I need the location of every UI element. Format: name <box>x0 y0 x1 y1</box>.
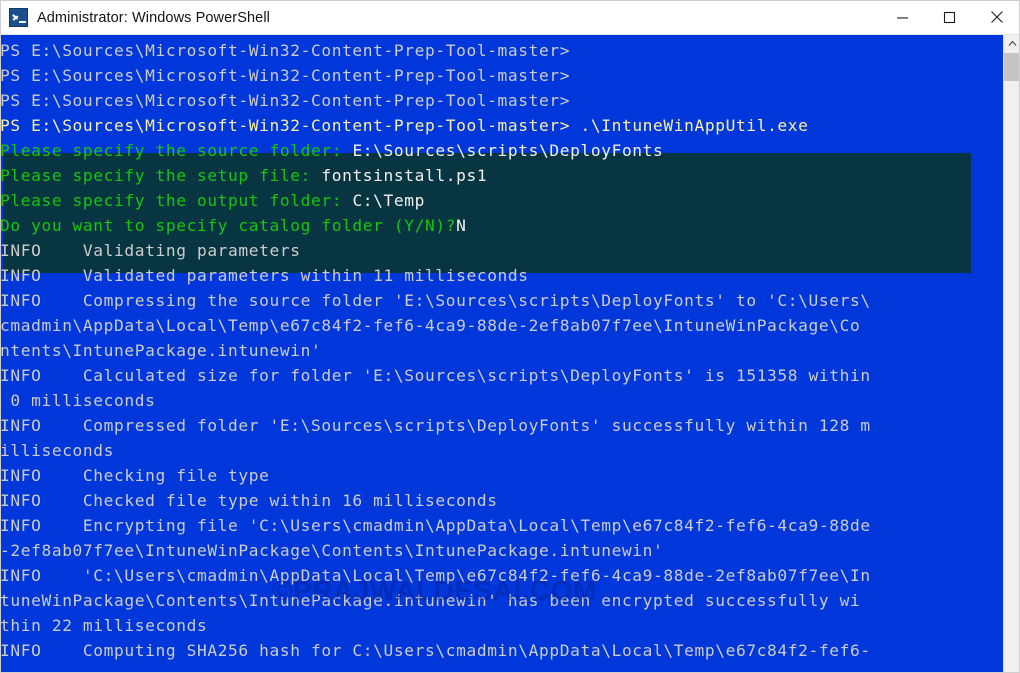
output-text: INFO Validated parameters within 11 mill… <box>0 266 529 285</box>
prompt-question: Please specify the output folder: <box>0 191 353 210</box>
console-output-line: 0 milliseconds <box>0 388 1004 413</box>
console-interactive-prompt: Please specify the output folder: C:\Tem… <box>0 188 1004 213</box>
output-text: 0 milliseconds <box>0 391 156 410</box>
console-output-line: INFO Checked file type within 16 millise… <box>0 488 1004 513</box>
title-bar-left: Administrator: Windows PowerShell <box>9 0 270 35</box>
window-title: Administrator: Windows PowerShell <box>37 9 270 26</box>
prompt-text: PS E:\Sources\Microsoft-Win32-Content-Pr… <box>0 91 571 110</box>
console-prompt-line: PS E:\Sources\Microsoft-Win32-Content-Pr… <box>0 63 1004 88</box>
command-text: .\IntuneWinAppUtil.exe <box>580 116 809 135</box>
prompt-answer: N <box>456 216 467 235</box>
prompt-text: PS E:\Sources\Microsoft-Win32-Content-Pr… <box>0 66 571 85</box>
window-controls <box>879 0 1020 34</box>
console-output-line: INFO Calculated size for folder 'E:\Sour… <box>0 363 1004 388</box>
prompt-answer: E:\Sources\scripts\DeployFonts <box>352 141 664 160</box>
minimize-button[interactable] <box>879 0 926 34</box>
console-command-line: PS E:\Sources\Microsoft-Win32-Content-Pr… <box>0 113 1004 138</box>
console-output-line: INFO Computing SHA256 hash for C:\Users\… <box>0 638 1004 663</box>
prompt-answer: C:\Temp <box>352 191 425 210</box>
output-text: INFO Checking file type <box>0 466 270 485</box>
console-output-line: INFO Validating parameters <box>0 238 1004 263</box>
powershell-window: Administrator: Windows PowerShell PS E:\… <box>0 0 1020 673</box>
title-bar[interactable]: Administrator: Windows PowerShell <box>0 0 1020 35</box>
prompt-question: Please specify the setup file: <box>0 166 322 185</box>
console-output-line: INFO Checking file type <box>0 463 1004 488</box>
output-text: ntents\IntunePackage.intunewin' <box>0 341 322 360</box>
console-output-line: ntents\IntunePackage.intunewin' <box>0 338 1004 363</box>
console-output-line: INFO Validated parameters within 11 mill… <box>0 263 1004 288</box>
console-output-line: illiseconds <box>0 438 1004 463</box>
output-text: INFO Computing SHA256 hash for C:\Users\… <box>0 641 871 660</box>
close-button[interactable] <box>973 0 1020 34</box>
output-text: INFO Encrypting file 'C:\Users\cmadmin\A… <box>0 516 871 535</box>
output-text: INFO Validating parameters <box>0 241 301 260</box>
output-text: illiseconds <box>0 441 115 460</box>
console-output-line: INFO Compressed folder 'E:\Sources\scrip… <box>0 413 1004 438</box>
output-text: INFO Calculated size for folder 'E:\Sour… <box>0 366 871 385</box>
powershell-icon <box>9 8 28 27</box>
console-scrollbar[interactable] <box>1003 35 1020 673</box>
prompt-question: Please specify the source folder: <box>0 141 353 160</box>
console-output-line: INFO Encrypting file 'C:\Users\cmadmin\A… <box>0 513 1004 538</box>
maximize-button[interactable] <box>926 0 973 34</box>
console-output-line: thin 22 milliseconds <box>0 613 1004 638</box>
console-text: PS E:\Sources\Microsoft-Win32-Content-Pr… <box>0 38 1004 673</box>
console-output-area[interactable]: PS E:\Sources\Microsoft-Win32-Content-Pr… <box>0 35 1020 673</box>
console-output-line: -2ef8ab07f7ee\IntuneWinPackage\Contents\… <box>0 538 1004 563</box>
output-text: INFO Checked file type within 16 millise… <box>0 491 498 510</box>
output-text: INFO Compressing the source folder 'E:\S… <box>0 291 871 310</box>
close-icon <box>990 11 1003 23</box>
scroll-up-button[interactable] <box>1004 35 1020 52</box>
console-prompt-line: PS E:\Sources\Microsoft-Win32-Content-Pr… <box>0 88 1004 113</box>
maximize-icon <box>943 11 956 23</box>
console-output-line: INFO 'C:\Users\cmadmin\AppData\Local\Tem… <box>0 563 1004 588</box>
console-output-line: INFO Compressing the source folder 'E:\S… <box>0 288 1004 313</box>
output-text: INFO 'C:\Users\cmadmin\AppData\Local\Tem… <box>0 566 871 585</box>
console-prompt-line: PS E:\Sources\Microsoft-Win32-Content-Pr… <box>0 38 1004 63</box>
prompt-question: Do you want to specify catalog folder (Y… <box>0 216 457 235</box>
scroll-thumb[interactable] <box>1004 53 1020 81</box>
prompt-text: PS E:\Sources\Microsoft-Win32-Content-Pr… <box>0 116 581 135</box>
output-text: thin 22 milliseconds <box>0 616 208 635</box>
output-text: cmadmin\AppData\Local\Temp\e67c84f2-fef6… <box>0 316 861 335</box>
prompt-answer: fontsinstall.ps1 <box>321 166 488 185</box>
prompt-text: PS E:\Sources\Microsoft-Win32-Content-Pr… <box>0 41 571 60</box>
chevron-up-icon <box>1008 40 1016 46</box>
minimize-icon <box>897 16 908 18</box>
output-text: -2ef8ab07f7ee\IntuneWinPackage\Contents\… <box>0 541 664 560</box>
console-interactive-prompt: Do you want to specify catalog folder (Y… <box>0 213 1004 238</box>
console-interactive-prompt: Please specify the setup file: fontsinst… <box>0 163 1004 188</box>
console-interactive-prompt: Please specify the source folder: E:\Sou… <box>0 138 1004 163</box>
output-text: INFO Compressed folder 'E:\Sources\scrip… <box>0 416 871 435</box>
console-output-line: cmadmin\AppData\Local\Temp\e67c84f2-fef6… <box>0 313 1004 338</box>
output-text: tuneWinPackage\Contents\IntunePackage.in… <box>0 591 861 610</box>
console-output-line: tuneWinPackage\Contents\IntunePackage.in… <box>0 588 1004 613</box>
